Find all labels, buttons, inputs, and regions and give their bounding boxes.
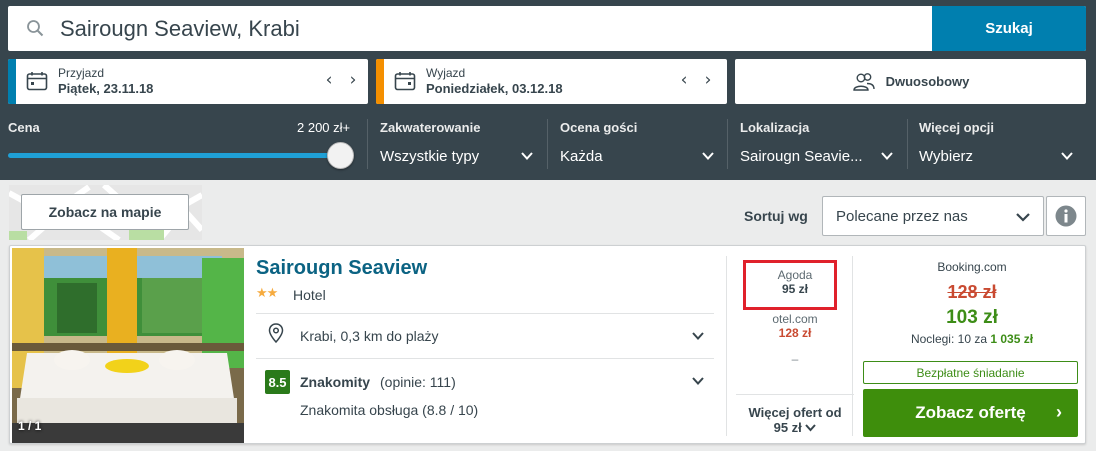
search-header: Szukaj Przyjazd Piątek, 23.11.18 ‹ › Wyj… (0, 0, 1096, 180)
best-offer-old-price: 128 zł (947, 282, 997, 302)
offer-price: 128 zł (778, 326, 812, 340)
chevron-down-icon (1016, 213, 1030, 222)
checkout-label: Wyjazd (426, 66, 466, 80)
best-offer-nights: Noclegi: 10 za 1 035 zł (862, 332, 1082, 346)
more-offers-price: 95 zł (773, 420, 802, 435)
free-breakfast-badge: Bezpłatne śniadanie (863, 361, 1078, 384)
filter-divider (727, 119, 728, 169)
divider (726, 256, 727, 436)
price-slider-track[interactable] (8, 153, 342, 158)
room-type-label: Dwuosobowy (885, 74, 970, 89)
room-type-selector[interactable]: Dwuosobowy (735, 59, 1086, 104)
rating-detail: Znakomita obsługa (8.8 / 10) (300, 402, 479, 418)
hotel-photo[interactable]: 1 / 1 (12, 248, 244, 443)
offer-otel[interactable]: otel.com 128 zł (736, 312, 854, 340)
best-offer-site: Booking.com (937, 260, 1007, 274)
checkout-accent (376, 59, 384, 104)
search-button[interactable]: Szukaj (932, 6, 1086, 51)
chevron-down-icon (881, 152, 893, 160)
chevron-down-icon[interactable] (691, 329, 705, 343)
hotel-location: Krabi, 0,3 km do plaży (300, 328, 439, 344)
checkout-next-day-icon[interactable]: › (698, 70, 718, 90)
view-deal-button[interactable]: Zobacz ofertę › (863, 389, 1078, 437)
more-offers-button[interactable]: Więcej ofert od 95 zł (736, 394, 854, 435)
info-icon (1055, 205, 1077, 227)
photo-counter: 1 / 1 (18, 419, 42, 433)
checkout-value: Poniedziałek, 03.12.18 (426, 81, 563, 96)
offer-site: Agoda (777, 268, 813, 282)
location-filter-value: Sairougn Seavie... (740, 148, 863, 165)
rating-count: (opinie: 111) (380, 374, 456, 390)
sort-label: Sortuj wg (744, 208, 808, 224)
price-filter-label: Cena (8, 120, 40, 135)
offer-empty: – (736, 352, 854, 366)
hotel-name-link[interactable]: Sairougn Seaview (256, 257, 427, 280)
chevron-down-icon (702, 152, 714, 160)
more-options-filter-value: Wybierz (919, 148, 974, 165)
checkin-label: Przyjazd (58, 66, 105, 80)
nights-prefix: Noclegi: 10 za (910, 332, 987, 346)
checkin-value: Piątek, 23.11.18 (58, 81, 154, 96)
hotel-result-card: 1 / 1 Sairougn Seaview ★★ Hotel Krabi, 0… (9, 245, 1086, 444)
calendar-icon (26, 72, 48, 91)
checkin-accent (8, 59, 16, 104)
best-offer-price: 103 zł (946, 307, 998, 328)
search-icon (27, 20, 44, 37)
calendar-icon (394, 72, 416, 91)
offer-agoda[interactable]: Agoda 95 zł (736, 268, 854, 296)
location-filter-label: Lokalizacja (740, 120, 810, 135)
guests-icon (852, 72, 875, 91)
price-slider-handle[interactable] (327, 142, 354, 169)
guest-rating-filter-label: Ocena gości (560, 120, 638, 135)
checkout-date-field[interactable]: Wyjazd Poniedziałek, 03.12.18 ‹ › (376, 59, 727, 104)
chevron-down-icon (805, 424, 817, 432)
more-options-filter-label: Więcej opcji (919, 120, 995, 135)
guest-rating-filter-value: Każda (560, 148, 603, 165)
filter-divider (547, 119, 548, 169)
map-preview[interactable]: Zobacz na mapie (9, 185, 202, 240)
search-bar: Szukaj (8, 6, 1086, 51)
more-offers-label: Więcej ofert od (748, 405, 842, 420)
offer-price: 95 zł (781, 282, 808, 296)
divider (256, 313, 714, 314)
search-input[interactable] (60, 6, 920, 51)
view-deal-label: Zobacz ofertę (915, 403, 1026, 422)
divider (256, 358, 714, 359)
chevron-down-icon (521, 152, 533, 160)
rating-score-badge: 8.5 (265, 370, 290, 394)
chevron-down-icon (1061, 152, 1073, 160)
checkin-next-day-icon[interactable]: › (343, 70, 363, 90)
sort-select[interactable]: Polecane przez nas (822, 196, 1044, 236)
checkout-prev-day-icon[interactable]: ‹ (674, 70, 694, 90)
sort-select-value: Polecane przez nas (836, 208, 968, 225)
show-map-button[interactable]: Zobacz na mapie (21, 194, 189, 230)
checkin-date-field[interactable]: Przyjazd Piątek, 23.11.18 ‹ › (8, 59, 368, 104)
filter-divider (907, 119, 908, 169)
nights-total: 1 035 zł (990, 332, 1034, 346)
accommodation-filter-value: Wszystkie typy (380, 148, 480, 165)
chevron-down-icon[interactable] (691, 374, 705, 388)
hotel-stars: ★★ (256, 286, 278, 301)
price-max-label: 2 200 zł+ (297, 120, 351, 135)
chevron-right-icon: › (1056, 402, 1062, 422)
location-pin-icon (268, 323, 284, 343)
sort-info-button[interactable] (1046, 196, 1086, 236)
offer-site: otel.com (772, 312, 818, 326)
hotel-room-image (12, 248, 244, 443)
checkin-prev-day-icon[interactable]: ‹ (319, 70, 339, 90)
accommodation-filter-label: Zakwaterowanie (380, 120, 481, 135)
rating-word: Znakomity (300, 374, 371, 390)
hotel-type: Hotel (293, 287, 326, 303)
offer-price: – (791, 352, 799, 366)
filter-divider (367, 119, 368, 169)
